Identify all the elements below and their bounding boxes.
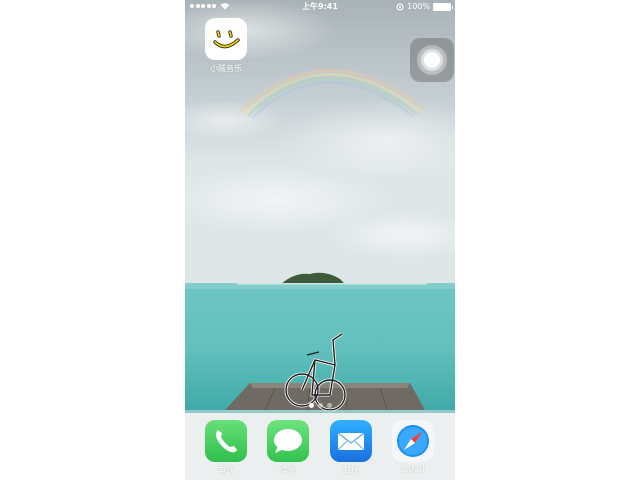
dock-app-mail[interactable]: 邮件 bbox=[330, 420, 372, 476]
dock: 电话 信息 邮件 Safari bbox=[185, 410, 455, 480]
page-dot bbox=[317, 403, 323, 408]
page-dot bbox=[308, 403, 314, 408]
app-label: Safari bbox=[401, 465, 425, 474]
app-label: 邮件 bbox=[343, 466, 359, 475]
status-bar: 上午9:41 100% bbox=[185, 0, 455, 14]
phone-icon bbox=[205, 420, 247, 462]
app-label: 小贼音乐 bbox=[210, 64, 242, 73]
mail-icon bbox=[330, 420, 372, 462]
status-right: 100% bbox=[396, 0, 453, 14]
battery-percent: 100% bbox=[407, 2, 430, 11]
smiley-icon bbox=[205, 18, 247, 60]
assistive-touch-button[interactable] bbox=[410, 38, 454, 82]
battery-icon bbox=[433, 3, 453, 11]
dock-app-phone[interactable]: 电话 bbox=[205, 420, 247, 476]
safari-compass-icon bbox=[392, 420, 434, 462]
app-label: 电话 bbox=[218, 466, 234, 475]
dock-app-safari[interactable]: Safari bbox=[392, 420, 434, 474]
messages-icon bbox=[267, 420, 309, 462]
page-dot bbox=[326, 403, 332, 408]
orientation-lock-icon bbox=[396, 3, 404, 11]
home-screen: 上午9:41 100% 小贼音乐 电话 信息 邮件 Safari bbox=[185, 0, 455, 480]
page-indicator[interactable] bbox=[185, 403, 455, 408]
dock-app-messages[interactable]: 信息 bbox=[267, 420, 309, 476]
app-label: 信息 bbox=[280, 466, 296, 475]
app-xiaozei-music[interactable]: 小贼音乐 bbox=[205, 18, 247, 74]
